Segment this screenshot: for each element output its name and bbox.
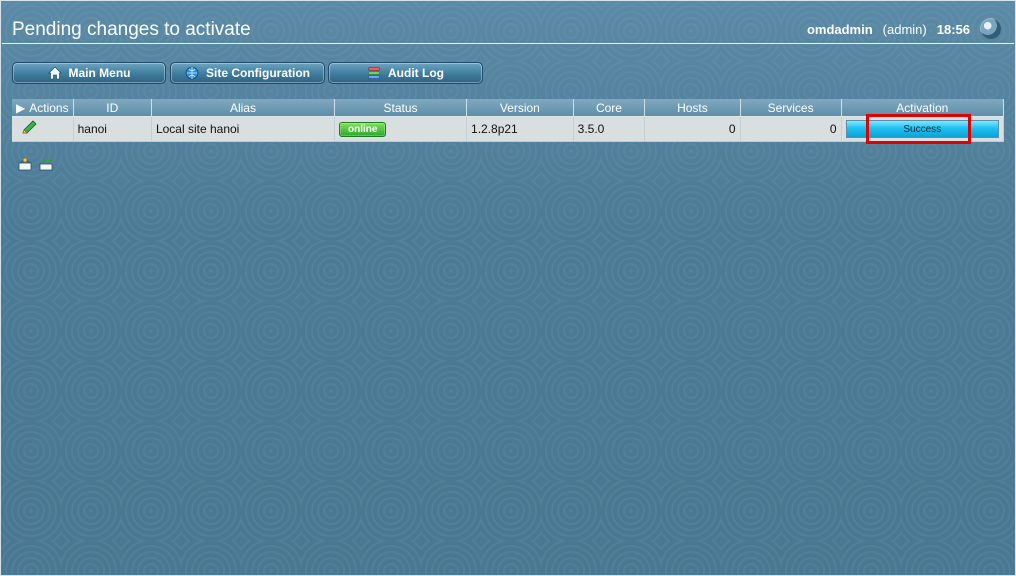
log-stack-icon [367, 66, 381, 80]
header-divider [2, 43, 1014, 44]
clock: 18:56 [936, 21, 970, 37]
page-background [0, 0, 1016, 576]
row-actions-cell [12, 116, 74, 142]
expand-triangle-icon: ▶ [16, 100, 26, 115]
bottom-actions [17, 156, 54, 172]
page-title: Pending changes to activate [12, 19, 251, 40]
column-header-services: Services [740, 99, 842, 117]
column-header-actions[interactable]: ▶ Actions [12, 99, 74, 117]
column-header-version: Version [466, 99, 574, 117]
column-header-activation: Activation [841, 99, 1005, 117]
row-core-cell: 3.5.0 [573, 116, 646, 142]
user-role: (admin) [882, 21, 927, 37]
audit-log-button[interactable]: Audit Log [328, 62, 483, 84]
audit-log-label: Audit Log [388, 66, 444, 80]
sites-table: ▶ Actions ID Alias Status Version Core Ho… [12, 99, 1005, 142]
column-header-id: ID [73, 99, 152, 117]
site-configuration-button[interactable]: Site Configuration [170, 62, 325, 84]
globe-icon [185, 66, 199, 80]
column-header-core: Core [573, 99, 646, 117]
new-site-icon[interactable] [17, 156, 33, 172]
row-status-cell: online [334, 116, 468, 142]
table-row: hanoi Local site hanoi online 1.2.8p21 3… [12, 116, 1005, 142]
site-configuration-label: Site Configuration [206, 66, 310, 80]
username: omdadmin [806, 21, 873, 37]
row-services-cell: 0 [740, 116, 842, 142]
status-badge: online [338, 122, 387, 137]
app-logo-icon [980, 18, 1002, 40]
row-alias-cell: Local site hanoi [151, 116, 335, 142]
home-icon [47, 66, 62, 80]
column-header-hosts: Hosts [644, 99, 741, 117]
table-header-row: ▶ Actions ID Alias Status Version Core Ho… [12, 99, 1005, 117]
main-menu-label: Main Menu [68, 66, 131, 80]
column-header-status: Status [334, 99, 468, 117]
user-info: omdadmin (admin) 18:56 [807, 15, 1002, 43]
main-menu-button[interactable]: Main Menu [12, 62, 166, 84]
row-activation-cell: Success [841, 116, 1005, 142]
activation-status-bar: Success [845, 120, 999, 138]
edit-pencil-icon[interactable] [20, 119, 38, 140]
row-id-cell: hanoi [73, 116, 152, 142]
column-header-alias: Alias [151, 99, 335, 117]
row-hosts-cell: 0 [644, 116, 741, 142]
actions-header-label: Actions [29, 100, 69, 115]
row-version-cell: 1.2.8p21 [466, 116, 574, 142]
sync-site-icon[interactable] [38, 156, 54, 172]
activation-status-text: Success [903, 123, 942, 135]
